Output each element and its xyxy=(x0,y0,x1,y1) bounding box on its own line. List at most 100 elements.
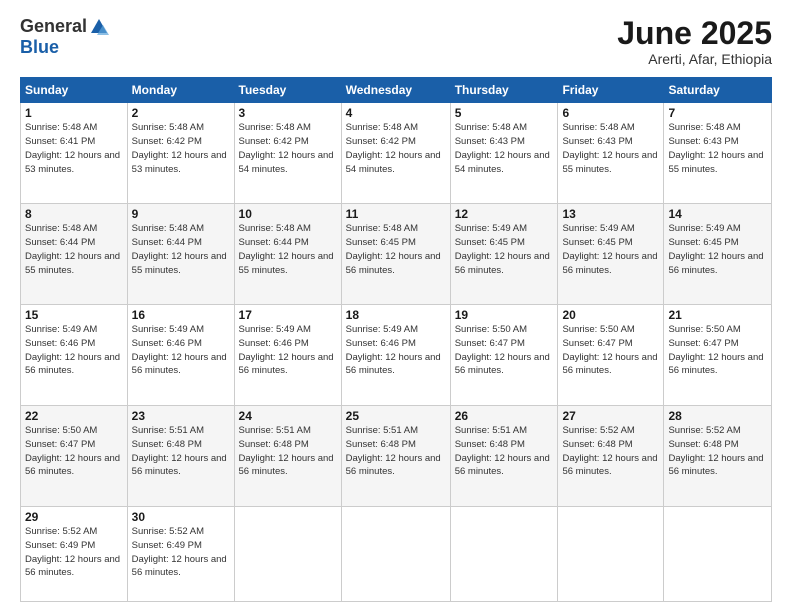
day-number: 2 xyxy=(132,106,230,120)
table-cell: 28 Sunrise: 5:52 AMSunset: 6:48 PMDaylig… xyxy=(664,405,772,506)
day-number: 25 xyxy=(346,409,446,423)
day-detail: Sunrise: 5:49 AMSunset: 6:45 PMDaylight:… xyxy=(562,223,657,275)
day-number: 18 xyxy=(346,308,446,322)
table-cell: 5 Sunrise: 5:48 AMSunset: 6:43 PMDayligh… xyxy=(450,103,558,204)
day-detail: Sunrise: 5:48 AMSunset: 6:44 PMDaylight:… xyxy=(239,223,334,275)
day-detail: Sunrise: 5:52 AMSunset: 6:49 PMDaylight:… xyxy=(25,526,120,578)
day-detail: Sunrise: 5:48 AMSunset: 6:41 PMDaylight:… xyxy=(25,122,120,174)
page: General Blue June 2025 Arerti, Afar, Eth… xyxy=(0,0,792,612)
table-cell: 27 Sunrise: 5:52 AMSunset: 6:48 PMDaylig… xyxy=(558,405,664,506)
day-number: 30 xyxy=(132,510,230,524)
day-detail: Sunrise: 5:48 AMSunset: 6:42 PMDaylight:… xyxy=(239,122,334,174)
logo-text-general: General xyxy=(20,16,87,37)
day-detail: Sunrise: 5:50 AMSunset: 6:47 PMDaylight:… xyxy=(668,324,763,376)
day-detail: Sunrise: 5:48 AMSunset: 6:43 PMDaylight:… xyxy=(455,122,550,174)
table-cell: 8 Sunrise: 5:48 AMSunset: 6:44 PMDayligh… xyxy=(21,204,128,305)
table-cell: 1 Sunrise: 5:48 AMSunset: 6:41 PMDayligh… xyxy=(21,103,128,204)
day-number: 12 xyxy=(455,207,554,221)
table-cell: 30 Sunrise: 5:52 AMSunset: 6:49 PMDaylig… xyxy=(127,506,234,601)
location: Arerti, Afar, Ethiopia xyxy=(617,51,772,67)
day-detail: Sunrise: 5:48 AMSunset: 6:43 PMDaylight:… xyxy=(668,122,763,174)
day-detail: Sunrise: 5:48 AMSunset: 6:45 PMDaylight:… xyxy=(346,223,441,275)
table-cell: 6 Sunrise: 5:48 AMSunset: 6:43 PMDayligh… xyxy=(558,103,664,204)
table-cell xyxy=(234,506,341,601)
day-number: 15 xyxy=(25,308,123,322)
day-detail: Sunrise: 5:49 AMSunset: 6:46 PMDaylight:… xyxy=(346,324,441,376)
day-number: 4 xyxy=(346,106,446,120)
day-number: 23 xyxy=(132,409,230,423)
day-number: 16 xyxy=(132,308,230,322)
table-cell: 21 Sunrise: 5:50 AMSunset: 6:47 PMDaylig… xyxy=(664,305,772,406)
day-number: 17 xyxy=(239,308,337,322)
month-title: June 2025 xyxy=(617,16,772,51)
day-detail: Sunrise: 5:51 AMSunset: 6:48 PMDaylight:… xyxy=(346,425,441,477)
table-cell: 22 Sunrise: 5:50 AMSunset: 6:47 PMDaylig… xyxy=(21,405,128,506)
header: General Blue June 2025 Arerti, Afar, Eth… xyxy=(20,16,772,67)
day-detail: Sunrise: 5:48 AMSunset: 6:42 PMDaylight:… xyxy=(346,122,441,174)
table-cell: 14 Sunrise: 5:49 AMSunset: 6:45 PMDaylig… xyxy=(664,204,772,305)
day-detail: Sunrise: 5:50 AMSunset: 6:47 PMDaylight:… xyxy=(562,324,657,376)
table-cell: 3 Sunrise: 5:48 AMSunset: 6:42 PMDayligh… xyxy=(234,103,341,204)
table-cell: 20 Sunrise: 5:50 AMSunset: 6:47 PMDaylig… xyxy=(558,305,664,406)
day-detail: Sunrise: 5:49 AMSunset: 6:45 PMDaylight:… xyxy=(668,223,763,275)
table-cell: 10 Sunrise: 5:48 AMSunset: 6:44 PMDaylig… xyxy=(234,204,341,305)
day-detail: Sunrise: 5:49 AMSunset: 6:46 PMDaylight:… xyxy=(239,324,334,376)
day-number: 1 xyxy=(25,106,123,120)
table-cell: 17 Sunrise: 5:49 AMSunset: 6:46 PMDaylig… xyxy=(234,305,341,406)
weekday-header-row: Sunday Monday Tuesday Wednesday Thursday… xyxy=(21,78,772,103)
table-cell xyxy=(558,506,664,601)
day-detail: Sunrise: 5:52 AMSunset: 6:49 PMDaylight:… xyxy=(132,526,227,578)
header-friday: Friday xyxy=(558,78,664,103)
day-number: 6 xyxy=(562,106,659,120)
day-detail: Sunrise: 5:48 AMSunset: 6:42 PMDaylight:… xyxy=(132,122,227,174)
logo-icon xyxy=(89,17,109,37)
day-number: 22 xyxy=(25,409,123,423)
day-detail: Sunrise: 5:51 AMSunset: 6:48 PMDaylight:… xyxy=(455,425,550,477)
logo-text-blue: Blue xyxy=(20,37,59,58)
table-cell: 7 Sunrise: 5:48 AMSunset: 6:43 PMDayligh… xyxy=(664,103,772,204)
table-cell: 9 Sunrise: 5:48 AMSunset: 6:44 PMDayligh… xyxy=(127,204,234,305)
table-cell: 11 Sunrise: 5:48 AMSunset: 6:45 PMDaylig… xyxy=(341,204,450,305)
header-saturday: Saturday xyxy=(664,78,772,103)
day-number: 20 xyxy=(562,308,659,322)
table-cell xyxy=(450,506,558,601)
table-cell xyxy=(664,506,772,601)
day-detail: Sunrise: 5:48 AMSunset: 6:44 PMDaylight:… xyxy=(25,223,120,275)
table-cell xyxy=(341,506,450,601)
calendar-table: Sunday Monday Tuesday Wednesday Thursday… xyxy=(20,77,772,602)
table-cell: 23 Sunrise: 5:51 AMSunset: 6:48 PMDaylig… xyxy=(127,405,234,506)
table-cell: 4 Sunrise: 5:48 AMSunset: 6:42 PMDayligh… xyxy=(341,103,450,204)
header-monday: Monday xyxy=(127,78,234,103)
header-thursday: Thursday xyxy=(450,78,558,103)
day-number: 9 xyxy=(132,207,230,221)
day-detail: Sunrise: 5:51 AMSunset: 6:48 PMDaylight:… xyxy=(132,425,227,477)
day-number: 19 xyxy=(455,308,554,322)
day-detail: Sunrise: 5:50 AMSunset: 6:47 PMDaylight:… xyxy=(25,425,120,477)
day-number: 11 xyxy=(346,207,446,221)
table-cell: 2 Sunrise: 5:48 AMSunset: 6:42 PMDayligh… xyxy=(127,103,234,204)
day-number: 26 xyxy=(455,409,554,423)
title-area: June 2025 Arerti, Afar, Ethiopia xyxy=(617,16,772,67)
day-detail: Sunrise: 5:49 AMSunset: 6:46 PMDaylight:… xyxy=(132,324,227,376)
day-number: 14 xyxy=(668,207,767,221)
day-detail: Sunrise: 5:50 AMSunset: 6:47 PMDaylight:… xyxy=(455,324,550,376)
day-number: 3 xyxy=(239,106,337,120)
header-wednesday: Wednesday xyxy=(341,78,450,103)
table-cell: 26 Sunrise: 5:51 AMSunset: 6:48 PMDaylig… xyxy=(450,405,558,506)
table-cell: 18 Sunrise: 5:49 AMSunset: 6:46 PMDaylig… xyxy=(341,305,450,406)
table-cell: 24 Sunrise: 5:51 AMSunset: 6:48 PMDaylig… xyxy=(234,405,341,506)
day-number: 8 xyxy=(25,207,123,221)
day-detail: Sunrise: 5:48 AMSunset: 6:44 PMDaylight:… xyxy=(132,223,227,275)
logo: General Blue xyxy=(20,16,111,58)
table-cell: 13 Sunrise: 5:49 AMSunset: 6:45 PMDaylig… xyxy=(558,204,664,305)
table-cell: 16 Sunrise: 5:49 AMSunset: 6:46 PMDaylig… xyxy=(127,305,234,406)
day-detail: Sunrise: 5:52 AMSunset: 6:48 PMDaylight:… xyxy=(562,425,657,477)
day-detail: Sunrise: 5:52 AMSunset: 6:48 PMDaylight:… xyxy=(668,425,763,477)
table-cell: 19 Sunrise: 5:50 AMSunset: 6:47 PMDaylig… xyxy=(450,305,558,406)
day-detail: Sunrise: 5:48 AMSunset: 6:43 PMDaylight:… xyxy=(562,122,657,174)
table-cell: 12 Sunrise: 5:49 AMSunset: 6:45 PMDaylig… xyxy=(450,204,558,305)
day-number: 27 xyxy=(562,409,659,423)
table-cell: 25 Sunrise: 5:51 AMSunset: 6:48 PMDaylig… xyxy=(341,405,450,506)
header-sunday: Sunday xyxy=(21,78,128,103)
day-number: 29 xyxy=(25,510,123,524)
